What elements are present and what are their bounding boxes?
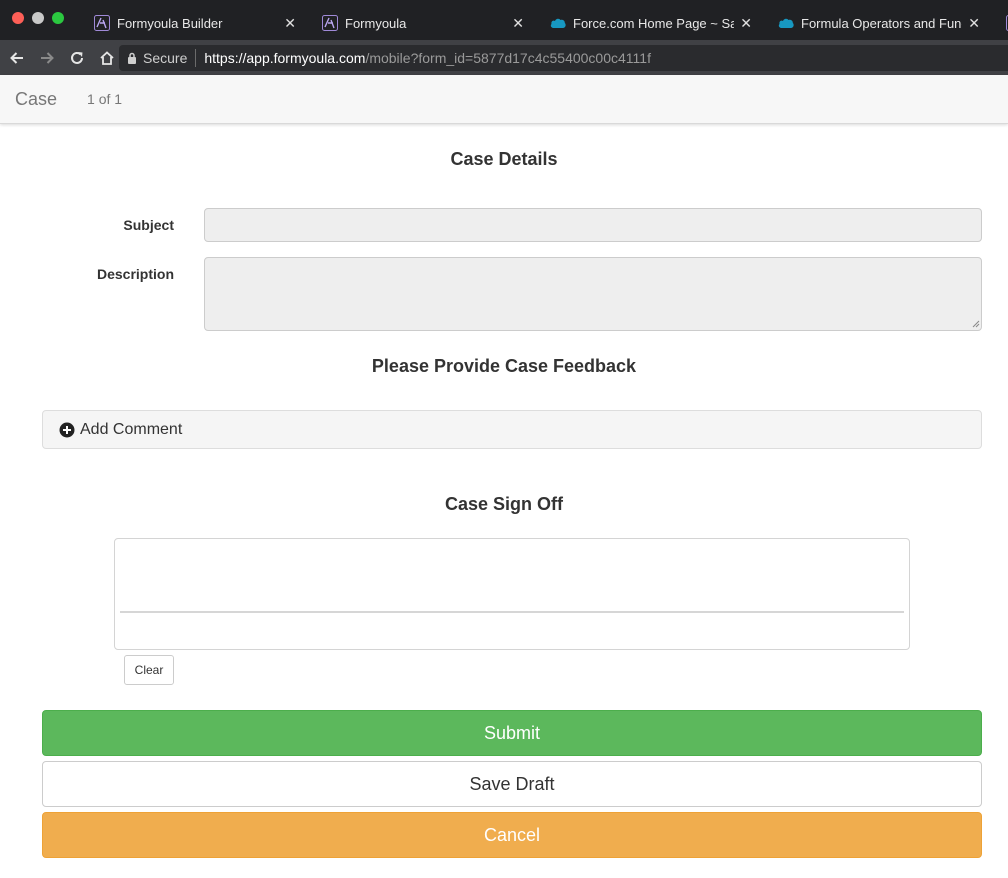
browser-tab-force-home[interactable]: Force.com Home Page ~ Salesforce ✕: [536, 6, 762, 40]
tab-title: Force.com Home Page ~ Salesforce: [573, 15, 735, 31]
submit-button[interactable]: Submit: [42, 710, 982, 756]
section-title-feedback: Please Provide Case Feedback: [371, 356, 637, 376]
resize-grip-icon[interactable]: [970, 318, 980, 328]
clear-signature-button[interactable]: Clear: [124, 655, 174, 685]
close-tab-icon[interactable]: ✕: [284, 15, 296, 32]
salesforce-cloud-icon: [550, 15, 566, 31]
tab-title: Formyoula: [345, 15, 407, 31]
arrow-right-icon: [41, 51, 54, 64]
tab-title: Formyoula Builder: [117, 15, 223, 31]
back-button[interactable]: [4, 45, 30, 71]
save-draft-button[interactable]: Save Draft: [42, 761, 982, 807]
forward-button[interactable]: [34, 45, 60, 71]
url-path: /mobile?form_id=5877d17c4c55400c00c4111f: [365, 50, 651, 66]
section-title-sign-off: Case Sign Off: [444, 494, 564, 514]
tab-title: Formula Operators and Functions: [801, 15, 962, 31]
minimize-window-button[interactable]: [32, 12, 44, 24]
signature-line: [120, 611, 904, 613]
add-comment-label: Add Comment: [80, 420, 183, 438]
lock-icon: [127, 52, 137, 64]
url-host: https://app.formyoula.com: [204, 50, 366, 66]
page-counter: 1 of 1: [87, 91, 123, 107]
subject-input[interactable]: [204, 208, 982, 242]
maximize-window-button[interactable]: [52, 12, 64, 24]
home-icon: [100, 50, 114, 65]
browser-tab-overflow[interactable]: [992, 6, 1008, 40]
home-button[interactable]: [94, 45, 120, 71]
browser-tab-formyoula[interactable]: Formyoula ✕: [308, 6, 534, 40]
page-title: Case: [15, 88, 58, 109]
reload-icon: [71, 51, 83, 64]
description-textarea[interactable]: [204, 257, 982, 331]
address-divider: [195, 49, 197, 67]
close-window-button[interactable]: [12, 12, 24, 24]
reload-button[interactable]: [64, 45, 90, 71]
app-header: Case 1 of 1: [0, 75, 1008, 124]
secure-label: Secure: [143, 50, 188, 66]
subject-label: Subject: [123, 217, 174, 233]
description-label: Description: [96, 266, 174, 282]
browser-tab-formula-operators[interactable]: Formula Operators and Functions ✕: [764, 6, 990, 40]
address-bar[interactable]: Secure https://app.formyoula.com/mobile?…: [119, 45, 1008, 71]
close-tab-icon[interactable]: ✕: [512, 15, 524, 32]
formyoula-icon: [94, 15, 110, 31]
formyoula-icon: [322, 15, 338, 31]
section-title-case-details: Case Details: [450, 149, 558, 169]
signature-pad[interactable]: [114, 538, 910, 650]
cancel-button[interactable]: Cancel: [42, 812, 982, 858]
salesforce-cloud-icon: [778, 15, 794, 31]
plus-circle-icon: [59, 422, 75, 438]
browser-toolbar: Secure https://app.formyoula.com/mobile?…: [0, 40, 1008, 75]
close-tab-icon[interactable]: ✕: [968, 15, 980, 32]
close-tab-icon[interactable]: ✕: [740, 15, 752, 32]
window-controls: [12, 12, 64, 24]
arrow-left-icon: [10, 51, 23, 64]
browser-tab-bar: Formyoula Builder ✕ Formyoula ✕ Force.co…: [0, 0, 1008, 40]
browser-tab-formyoula-builder[interactable]: Formyoula Builder ✕: [80, 6, 306, 40]
add-comment-toggle[interactable]: Add Comment: [42, 410, 982, 449]
